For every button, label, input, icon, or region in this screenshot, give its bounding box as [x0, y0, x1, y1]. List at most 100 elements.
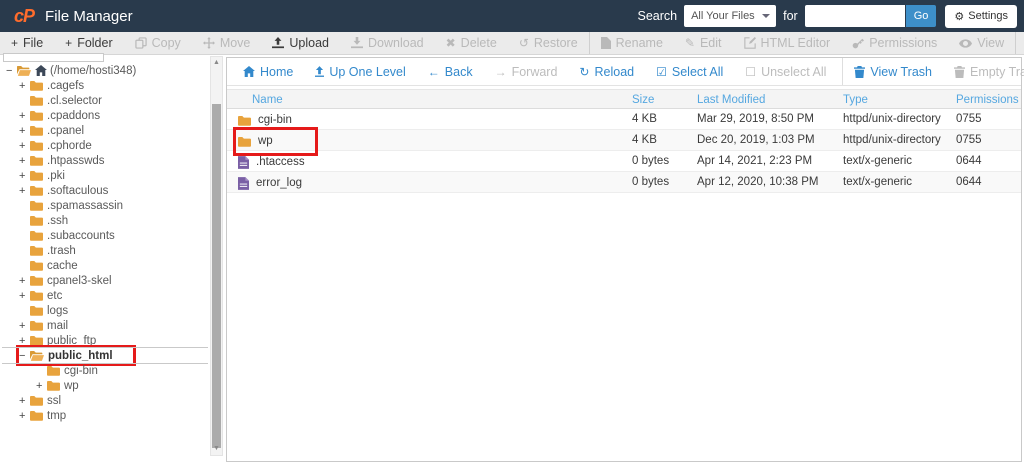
tree-item[interactable]: − (/home/hosti348) — [2, 63, 208, 78]
file-name: cgi-bin — [258, 110, 292, 131]
column-header[interactable]: Last Modified — [697, 90, 843, 110]
tree-toggle[interactable]: − — [19, 350, 30, 362]
app-header: cP File Manager Search All Your Files fo… — [0, 0, 1024, 32]
column-header[interactable]: Name — [227, 90, 632, 110]
toolbar-button[interactable]: + Folder — [54, 32, 123, 54]
table-row[interactable]: error_log 0 bytes Apr 12, 2020, 10:38 PM… — [227, 172, 1021, 193]
scrollbar-thumb[interactable] — [212, 104, 221, 448]
scrollbar-down-arrow-icon[interactable]: ▼ — [211, 444, 222, 454]
table-row[interactable]: cgi-bin 4 KB Mar 29, 2019, 8:50 PM httpd… — [227, 109, 1021, 130]
scrollbar-up-arrow-icon[interactable]: ▲ — [211, 58, 222, 68]
tree-item[interactable]: + .cagefs — [2, 78, 208, 93]
tree-item[interactable]: + mail — [2, 318, 208, 333]
nav-button[interactable]: Up One Level — [304, 58, 416, 85]
tree-toggle[interactable]: + — [19, 110, 30, 122]
folder-icon — [30, 80, 43, 91]
tree-item[interactable]: + tmp — [2, 408, 208, 423]
tree-item[interactable]: logs — [2, 303, 208, 318]
table-row[interactable]: wp 4 KB Dec 20, 2019, 1:03 PM httpd/unix… — [227, 130, 1021, 151]
tree-toggle[interactable]: + — [19, 320, 30, 332]
search-scope-select[interactable]: All Your Files — [684, 5, 776, 27]
search-input[interactable] — [805, 5, 905, 27]
tree-item[interactable]: + .cpaddons — [2, 108, 208, 123]
tree-toggle[interactable]: + — [19, 275, 30, 287]
nav-button[interactable]: ↻ Reload — [568, 58, 645, 85]
tree-item-content: .trash — [19, 243, 76, 258]
tree-item[interactable]: + .htpasswds — [2, 153, 208, 168]
tree-item-content: .subaccounts — [19, 228, 115, 243]
toolbar-button[interactable]: Permissions — [841, 32, 948, 54]
column-header[interactable]: Permissions — [956, 90, 1021, 110]
for-label: for — [783, 9, 798, 23]
tree-item[interactable]: + .softaculous — [2, 183, 208, 198]
tree-item[interactable]: + etc — [2, 288, 208, 303]
tree-toggle[interactable]: + — [19, 335, 30, 347]
toolbar-button-label: View — [977, 36, 1004, 50]
toolbar-button[interactable]: ↺ Restore — [508, 32, 589, 54]
tree-item[interactable]: + ssl — [2, 393, 208, 408]
gear-icon: ⚙ — [954, 10, 964, 23]
tree-item-content: logs — [19, 303, 68, 318]
toolbar-button-label: Restore — [534, 36, 578, 50]
toolbar-button[interactable]: HTML Editor — [733, 32, 842, 54]
tree-toggle[interactable]: − — [6, 65, 17, 77]
tree-toggle[interactable]: + — [36, 380, 47, 392]
nav-button[interactable]: Empty Trash — [943, 58, 1024, 85]
toolbar-button[interactable]: Rename — [589, 32, 674, 54]
tree-item-content: + mail — [19, 318, 68, 333]
file-permissions: 0755 — [956, 130, 1021, 153]
tree-item[interactable]: .trash — [2, 243, 208, 258]
tree-item-content: cgi-bin — [36, 363, 98, 378]
tree-toggle[interactable]: + — [19, 170, 30, 182]
nav-button[interactable]: ☐ Unselect All — [734, 58, 837, 85]
folder-icon — [30, 230, 43, 241]
toolbar-button[interactable]: Download — [340, 32, 435, 54]
tree-toggle[interactable]: + — [19, 410, 30, 422]
tree-item[interactable]: + .pki — [2, 168, 208, 183]
sidebar-scrollbar[interactable]: ▲ ▼ — [210, 56, 223, 456]
tree-item[interactable]: .ssh — [2, 213, 208, 228]
tree-toggle[interactable]: + — [19, 395, 30, 407]
column-header[interactable]: Type — [843, 90, 956, 110]
toolbar-button[interactable]: View — [948, 32, 1015, 54]
tree-item[interactable]: cache — [2, 258, 208, 273]
tree-toggle[interactable]: + — [19, 140, 30, 152]
tree-toggle[interactable]: + — [19, 290, 30, 302]
tree-toggle[interactable]: + — [19, 125, 30, 137]
table-row[interactable]: .htaccess 0 bytes Apr 14, 2021, 2:23 PM … — [227, 151, 1021, 172]
toolbar-button[interactable]: Extract — [1015, 32, 1024, 54]
toolbar-button[interactable]: ✖ Delete — [435, 32, 508, 54]
tree-item[interactable]: .cl.selector — [2, 93, 208, 108]
nav-button-label: Forward — [512, 65, 558, 79]
nav-button[interactable]: ☑ Select All — [645, 58, 734, 85]
toolbar-button[interactable]: ✎ Edit — [674, 32, 733, 54]
tree-item-label: (/home/hosti348) — [50, 65, 136, 77]
toolbar-button[interactable]: Copy — [124, 32, 192, 54]
tree-toggle[interactable]: + — [19, 80, 30, 92]
nav-button[interactable]: → Forward — [484, 58, 569, 85]
tree-item[interactable]: + .cphorde — [2, 138, 208, 153]
tree-item[interactable]: .spamassassin — [2, 198, 208, 213]
toolbar-button[interactable]: + File — [0, 32, 54, 54]
tree-item[interactable]: + public_ftp — [2, 333, 208, 348]
toolbar-button[interactable]: Upload — [261, 32, 340, 54]
nav-button[interactable]: View Trash — [842, 58, 943, 85]
tree-toggle[interactable]: + — [19, 185, 30, 197]
folder-icon — [30, 155, 43, 166]
toolbar-button[interactable]: Move — [192, 32, 262, 54]
column-header[interactable]: Size — [632, 90, 697, 110]
tree-toggle[interactable]: + — [19, 155, 30, 167]
tree-item-content: + ssl — [19, 393, 61, 408]
tree-item-label: .trash — [47, 245, 76, 257]
settings-button[interactable]: ⚙ Settings — [945, 5, 1017, 28]
go-button[interactable]: Go — [906, 5, 937, 27]
tree-item[interactable]: + cpanel3-skel — [2, 273, 208, 288]
nav-button[interactable]: ← Back — [417, 58, 484, 85]
tree-item[interactable]: + wp — [2, 378, 208, 393]
tree-item[interactable]: + .cpanel — [2, 123, 208, 138]
tree-item[interactable]: − public_html — [2, 348, 208, 363]
nav-button[interactable]: Home — [232, 58, 304, 85]
tree-item[interactable]: .subaccounts — [2, 228, 208, 243]
tree-item[interactable]: cgi-bin — [2, 363, 208, 378]
home-icon — [35, 65, 47, 76]
